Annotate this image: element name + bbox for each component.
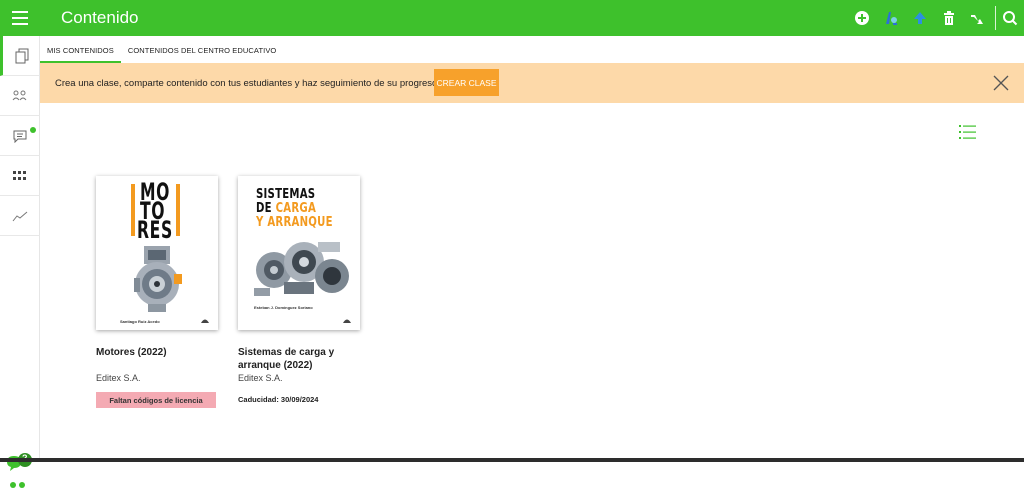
book-publisher: Editex S.A. [96,373,141,383]
cover-title-accent: CARGA [275,201,317,216]
toolbar-divider [995,6,996,30]
hamburger-menu-icon[interactable] [0,0,40,36]
cover-author: Esteban J. Domínguez Soriano [254,305,313,310]
banner-text: Crea una clase, comparte contenido con t… [55,78,440,89]
search-icon[interactable] [1001,9,1019,27]
cover-accent-bar [176,184,180,236]
tab-my-contents[interactable]: MIS CONTENIDOS [40,36,121,63]
assign-icon[interactable] [882,9,900,27]
more-options-dots[interactable] [10,482,25,488]
share-icon[interactable] [968,9,986,27]
sidebar-item-messages[interactable] [0,116,40,156]
publisher-logo-icon [201,319,209,323]
cover-title-part: DE [256,201,276,216]
add-icon[interactable] [853,9,871,27]
list-view-icon[interactable] [958,123,978,141]
sidebar-item-stats[interactable] [0,196,40,236]
bottom-scrollbar [0,458,1024,462]
alternator-image [254,242,349,296]
tab-school-contents[interactable]: CONTENIDOS DEL CENTRO EDUCATIVO [121,36,284,63]
sidebar-item-classes[interactable] [0,76,40,116]
cover-title-line: SISTEMAS [256,187,316,202]
top-bar: Contenido [0,0,1024,36]
stats-chart-icon [12,211,28,221]
page-title: Contenido [61,8,139,27]
cover-title-line: RES [137,216,173,244]
notification-dot [30,127,36,133]
close-icon[interactable] [991,73,1011,93]
cover-accent-bar [131,184,135,236]
users-icon [12,90,27,100]
book-cover[interactable]: MO TO RES Santiago Ruiz Acedo [96,176,218,330]
book-publisher: Editex S.A. [238,373,283,383]
left-sidebar: ? [0,36,40,488]
create-class-button[interactable]: CREAR CLASE [434,69,499,96]
create-class-banner: Crea una clase, comparte contenido con t… [40,63,1024,103]
book-copy-icon [15,48,28,63]
help-chat-button[interactable]: ? [5,452,33,474]
delete-icon[interactable] [940,9,958,27]
chat-icon [13,130,27,143]
content-tabs: MIS CONTENIDOS CONTENIDOS DEL CENTRO EDU… [40,36,1024,63]
book-card[interactable]: MO TO RES Santiago Ruiz Acedo Motores (2… [96,176,220,408]
upload-icon[interactable] [911,9,929,27]
cover-title-line: Y ARRANQUE [256,215,333,230]
book-card[interactable]: SISTEMAS DE CARGA Y ARRANQUE Esteban J. … [238,176,362,404]
book-title[interactable]: Motores (2022) [96,346,220,359]
book-title[interactable]: Sistemas de carga y arranque (2022) [238,346,362,372]
publisher-logo-icon [343,319,351,323]
expiry-date: Caducidad: 30/09/2024 [238,395,319,404]
apps-grid-icon [13,170,26,180]
cover-author: Santiago Ruiz Acedo [120,319,160,324]
sidebar-item-content[interactable] [0,36,40,76]
cover-title-line: DE CARGA [256,202,316,215]
engine-image [134,246,182,312]
book-cover[interactable]: SISTEMAS DE CARGA Y ARRANQUE Esteban J. … [238,176,360,330]
sidebar-item-apps[interactable] [0,156,40,196]
license-status-badge: Faltan códigos de licencia [96,392,216,408]
